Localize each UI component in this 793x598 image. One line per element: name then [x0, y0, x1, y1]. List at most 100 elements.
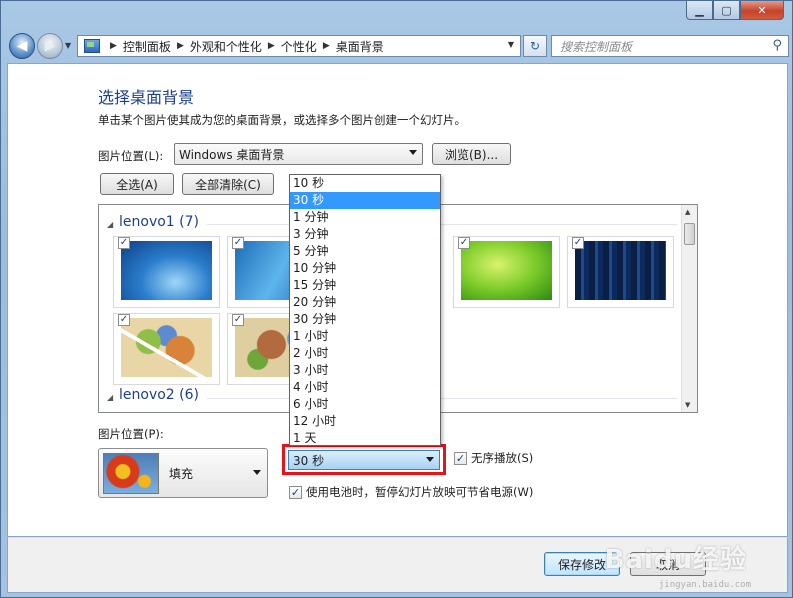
picture-location-value: Windows 桌面背景: [179, 147, 285, 162]
maximize-icon: ▢: [721, 3, 732, 17]
minimize-button[interactable]: ▁: [686, 1, 713, 20]
interval-option[interactable]: 12 小时: [290, 413, 440, 430]
picture-location-select[interactable]: Windows 桌面背景: [174, 143, 423, 165]
picture-position-value: 填充: [169, 467, 194, 481]
checkbox-box[interactable]: ✓: [289, 485, 302, 499]
position-preview-image: [103, 453, 159, 494]
collapse-group-icon[interactable]: ◢: [107, 220, 113, 229]
picture-location-label: 图片位置(L):: [98, 149, 164, 163]
back-button[interactable]: ◀: [9, 33, 35, 59]
address-bar[interactable]: ▶ 控制面板 ▶ 外观和个性化 ▶ 个性化 ▶ 桌面背景 ▼: [77, 35, 521, 57]
forward-button[interactable]: ▶: [37, 33, 63, 59]
wallpaper-thumbnail[interactable]: ✓: [113, 236, 220, 308]
checkmark-icon: ✓: [459, 237, 469, 248]
checkmark-icon: ✓: [233, 314, 243, 325]
interval-option[interactable]: 4 小时: [290, 379, 440, 396]
search-input[interactable]: 搜索控制面板 ⚲: [551, 35, 789, 57]
group-header[interactable]: lenovo1 (7): [119, 214, 199, 230]
scroll-down-icon[interactable]: ▼: [685, 401, 690, 409]
picture-position-select[interactable]: 填充: [98, 448, 268, 498]
breadcrumb-item[interactable]: 桌面背景: [336, 38, 384, 55]
interval-option[interactable]: 10 秒: [290, 175, 440, 192]
wallpaper-thumbnail[interactable]: ✓: [567, 236, 674, 308]
forward-arrow-icon: ▶: [44, 38, 56, 54]
thumbnail-checkbox[interactable]: ✓: [232, 237, 244, 249]
chevron-down-icon: [409, 150, 417, 155]
shuffle-label: 无序播放(S): [471, 451, 534, 465]
checkmark-icon: ✓: [233, 237, 243, 248]
thumbnail-checkbox[interactable]: ✓: [572, 237, 584, 249]
thumbnail-checkbox[interactable]: ✓: [458, 237, 470, 249]
clear-all-button[interactable]: 全部清除(C): [182, 173, 274, 195]
checkbox-box[interactable]: ✓: [454, 451, 467, 465]
interval-option[interactable]: 30 分钟: [290, 311, 440, 328]
page-title: 选择桌面背景: [98, 88, 195, 107]
breadcrumb-separator-icon[interactable]: ▶: [177, 41, 184, 51]
checkmark-icon: ✓: [573, 237, 583, 248]
thumbnail-checkbox[interactable]: ✓: [118, 314, 130, 326]
refresh-icon: ↻: [529, 39, 541, 53]
interval-option[interactable]: 1 天: [290, 430, 440, 447]
interval-option[interactable]: 5 分钟: [290, 243, 440, 260]
maximize-button[interactable]: ▢: [713, 1, 740, 20]
group-divider: [207, 224, 677, 225]
back-arrow-icon: ◀: [16, 38, 28, 54]
interval-option[interactable]: 20 分钟: [290, 294, 440, 311]
checkmark-icon: ✓: [119, 314, 129, 325]
breadcrumb: 控制面板 ▶ 外观和个性化 ▶ 个性化 ▶ 桌面背景: [123, 38, 384, 55]
interval-option[interactable]: 3 分钟: [290, 226, 440, 243]
breadcrumb-separator-icon[interactable]: ▶: [323, 41, 330, 51]
highlight-box: [282, 444, 446, 475]
vertical-scrollbar[interactable]: ▲ ▼: [681, 205, 697, 412]
wallpaper-thumbnail[interactable]: ✓: [453, 236, 560, 308]
interval-option[interactable]: 30 秒: [290, 192, 440, 209]
breadcrumb-item[interactable]: 个性化: [281, 38, 317, 55]
address-history-dropdown[interactable]: ▼: [508, 40, 514, 49]
shuffle-checkbox[interactable]: ✓ 无序播放(S): [454, 450, 533, 466]
footer-bar: 保存修改 取消 Baidu经验 jingyan.baidu.com: [7, 537, 788, 593]
page-subtitle: 单击某个图片使其成为您的桌面背景，或选择多个图片创建一个幻灯片。: [98, 113, 466, 127]
watermark-url: jingyan.baidu.com: [658, 580, 751, 590]
watermark-logo: Baidu经验: [604, 545, 747, 575]
content-pane: 选择桌面背景 单击某个图片使其成为您的桌面背景，或选择多个图片创建一个幻灯片。 …: [7, 63, 788, 537]
interval-dropdown-list: 10 秒 30 秒1 分钟 3 分钟 5 分钟 10 分钟 15 分钟 20 分钟 30 分钟…: [289, 174, 441, 446]
breadcrumb-item[interactable]: 外观和个性化: [190, 38, 262, 55]
collapse-group-icon[interactable]: ◢: [107, 393, 113, 402]
group-header[interactable]: lenovo2 (6): [119, 387, 199, 403]
interval-option[interactable]: 15 分钟: [290, 277, 440, 294]
thumbnail-checkbox[interactable]: ✓: [118, 237, 130, 249]
caption-buttons: ▁ ▢ ✕: [686, 1, 784, 20]
breadcrumb-separator-icon[interactable]: ▶: [110, 41, 117, 51]
wallpaper-image: [121, 318, 212, 377]
wallpaper-image: [461, 241, 552, 300]
scroll-up-icon[interactable]: ▲: [685, 208, 690, 216]
recent-pages-dropdown[interactable]: ▼: [65, 41, 71, 50]
minimize-icon: ▁: [695, 3, 704, 17]
interval-option[interactable]: 2 小时: [290, 345, 440, 362]
control-panel-icon: [84, 39, 100, 53]
battery-pause-label: 使用电池时，暂停幻灯片放映可节省电源(W): [306, 485, 534, 499]
browse-button[interactable]: 浏览(B)...: [432, 143, 511, 165]
window-frame: ▁ ▢ ✕ ◀ ▶ ▼ ▶ 控制面板 ▶ 外观和个性化 ▶ 个性化 ▶ 桌面背景…: [0, 0, 793, 598]
interval-option[interactable]: 1 小时: [290, 328, 440, 345]
checkmark-icon: ✓: [290, 485, 301, 499]
wallpaper-image: [575, 241, 666, 300]
search-icon[interactable]: ⚲: [772, 38, 782, 53]
scrollbar-thumb[interactable]: [684, 223, 695, 245]
wallpaper-thumbnail[interactable]: ✓: [113, 313, 220, 385]
breadcrumb-separator-icon[interactable]: ▶: [268, 41, 275, 51]
select-all-button[interactable]: 全选(A): [100, 173, 174, 195]
group-divider: [207, 398, 677, 399]
close-button[interactable]: ✕: [740, 1, 784, 20]
interval-option[interactable]: 6 小时: [290, 396, 440, 413]
search-placeholder: 搜索控制面板: [560, 39, 633, 54]
interval-option[interactable]: 3 小时: [290, 362, 440, 379]
interval-option[interactable]: 10 分钟: [290, 260, 440, 277]
thumbnail-checkbox[interactable]: ✓: [232, 314, 244, 326]
wallpaper-image: [121, 241, 212, 300]
interval-option[interactable]: 1 分钟: [290, 209, 440, 226]
battery-pause-checkbox[interactable]: ✓ 使用电池时，暂停幻灯片放映可节省电源(W): [289, 484, 533, 500]
close-icon: ✕: [757, 3, 767, 17]
refresh-button[interactable]: ↻: [523, 35, 547, 57]
breadcrumb-item[interactable]: 控制面板: [123, 38, 171, 55]
